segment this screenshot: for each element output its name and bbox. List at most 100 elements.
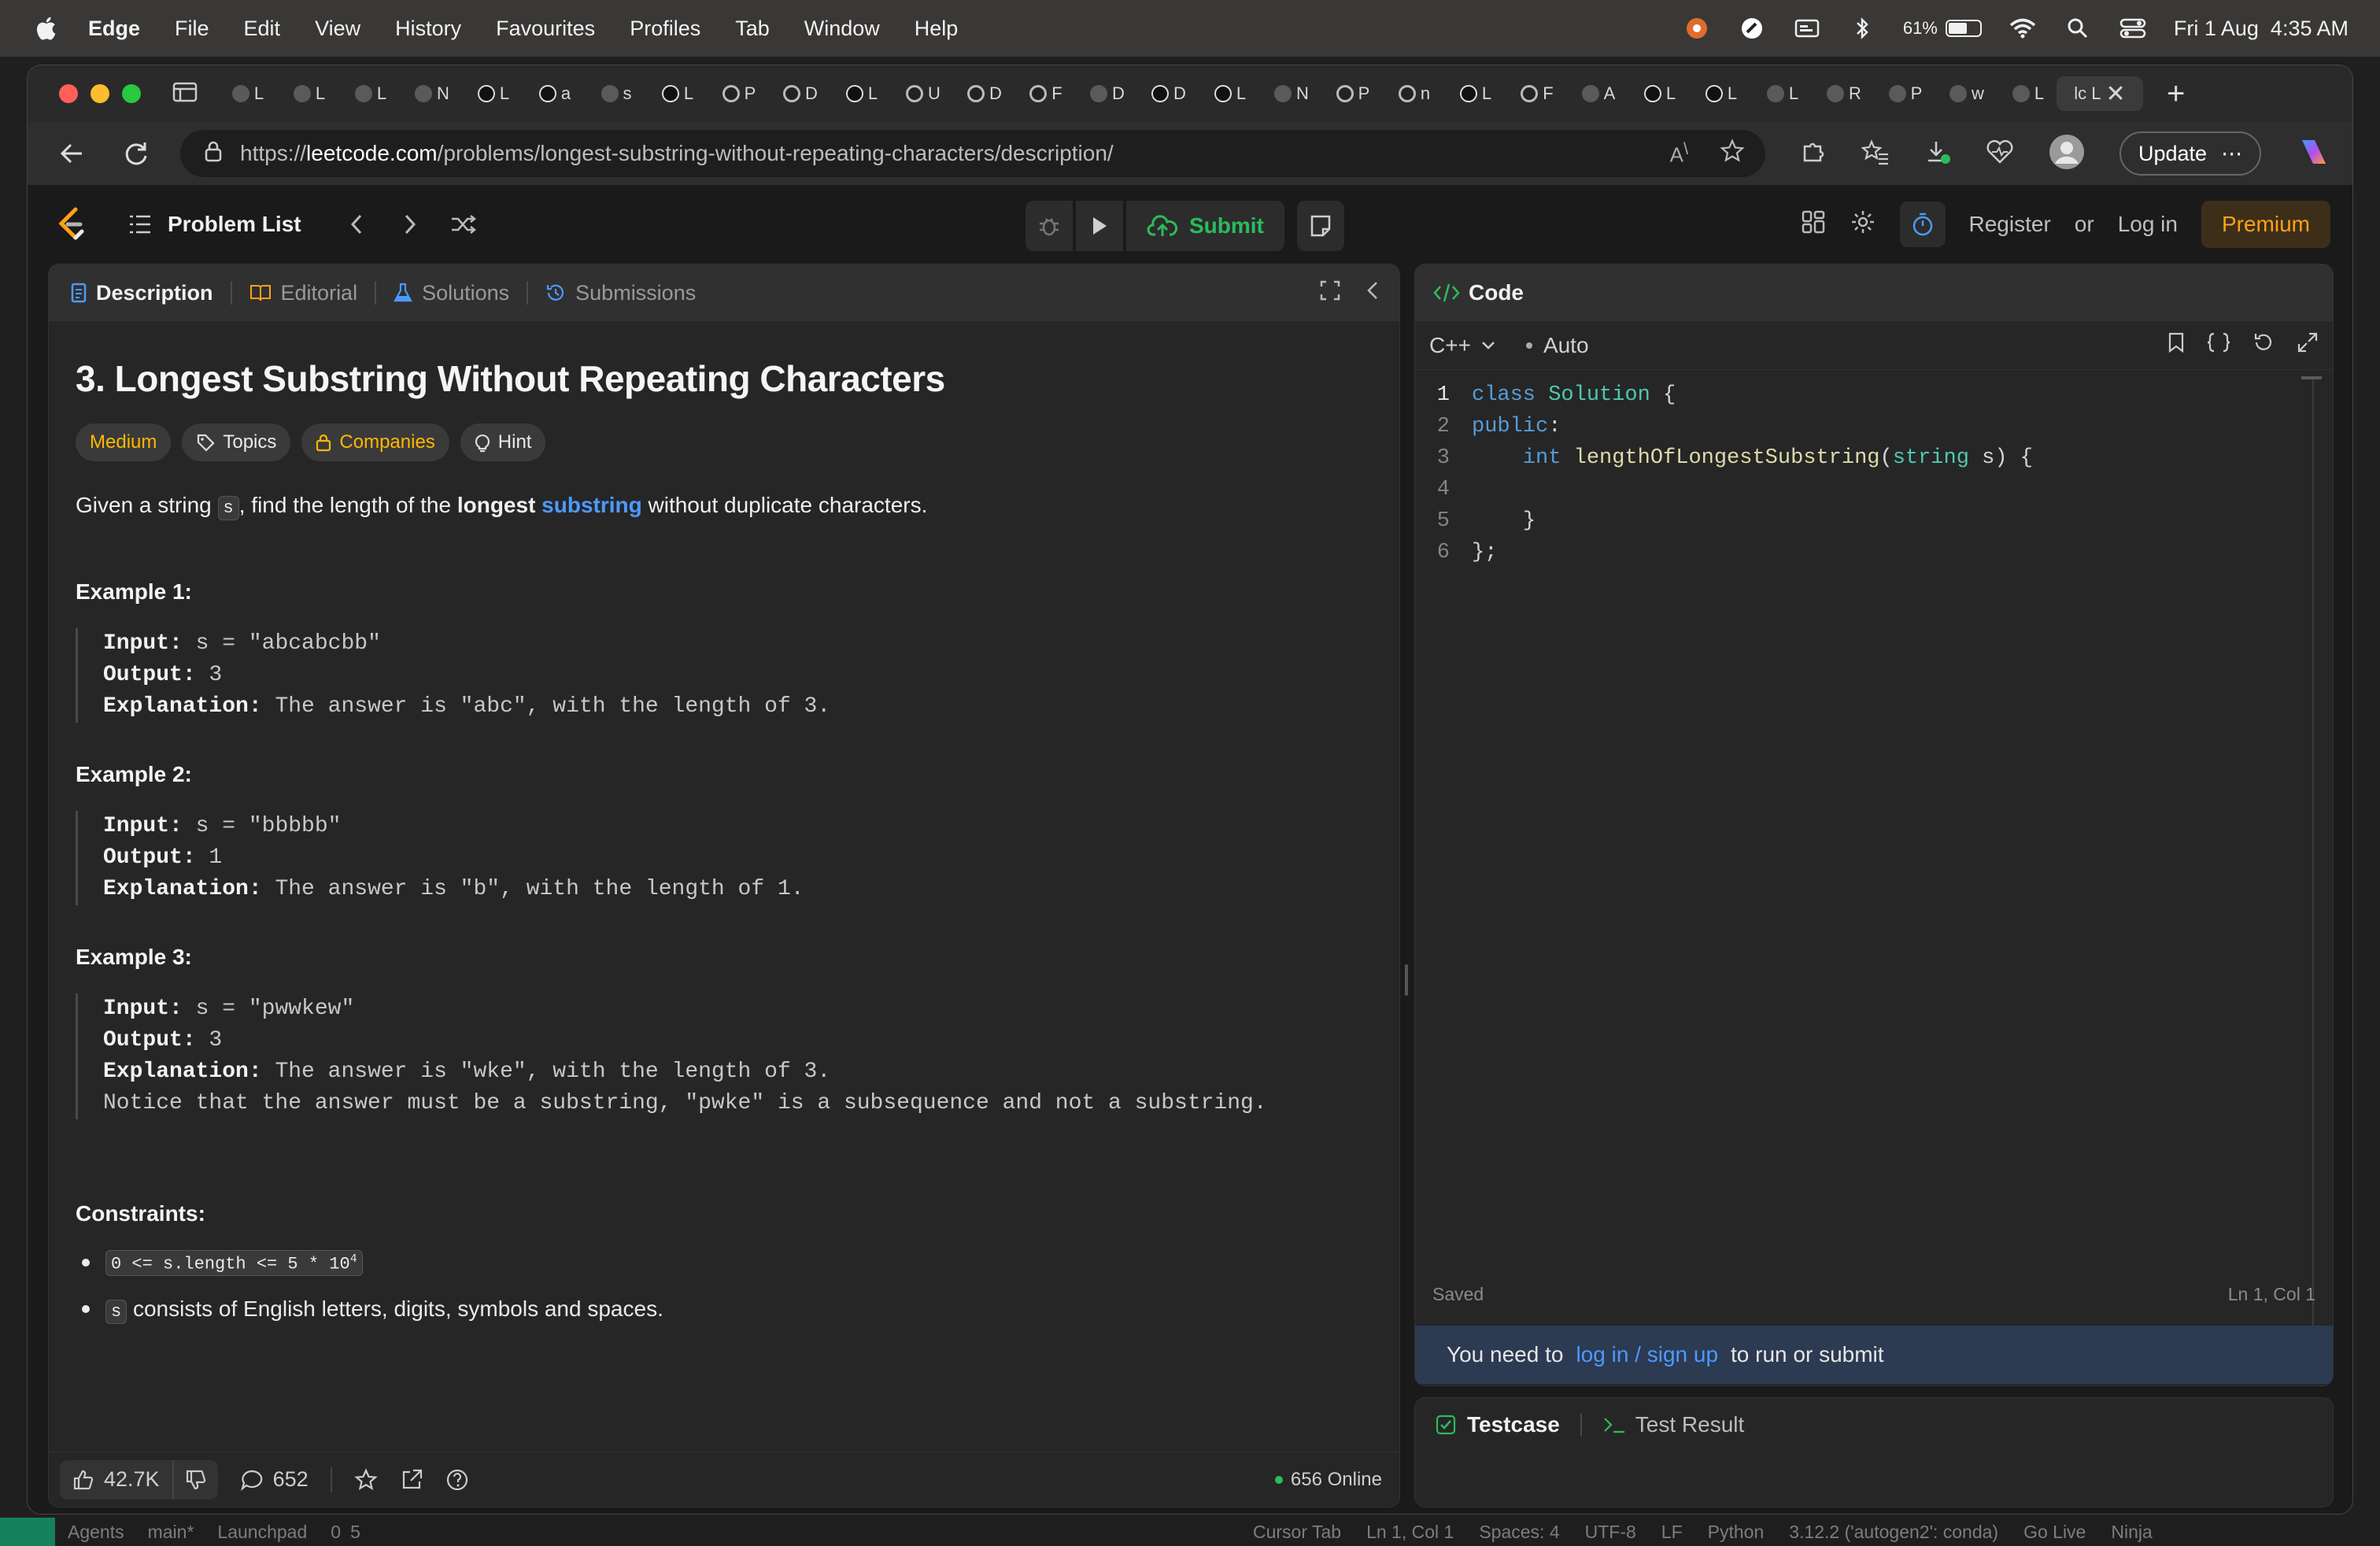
bookmark-icon[interactable] [2168, 331, 2185, 359]
browser-tab[interactable]: L [2000, 76, 2057, 111]
browser-tab[interactable]: L [1202, 76, 1258, 111]
menu-view[interactable]: View [315, 17, 360, 41]
topics-chip[interactable]: Topics [182, 423, 291, 461]
code-editor[interactable]: 1 class Solution { 2 public: 3 int lengthO… [1415, 370, 2333, 1344]
browser-tab[interactable]: F [1509, 76, 1565, 111]
menu-help[interactable]: Help [915, 17, 959, 41]
remote-indicator[interactable] [0, 1518, 55, 1546]
menu-history[interactable]: History [395, 17, 461, 41]
prev-problem-icon[interactable] [339, 207, 374, 242]
browser-essentials-icon[interactable] [1986, 139, 2014, 168]
menu-edit[interactable]: Edit [244, 17, 281, 41]
apple-icon[interactable] [33, 14, 61, 43]
browser-tab[interactable]: F [1018, 76, 1074, 111]
browser-tab[interactable]: L [1754, 76, 1811, 111]
control-center-icon[interactable] [2119, 14, 2147, 43]
errors-count[interactable]: 0 [331, 1522, 341, 1543]
browser-tab[interactable]: P [711, 76, 767, 111]
browser-tab[interactable]: R [1816, 76, 1872, 111]
panel-resize-handle[interactable] [1405, 964, 1408, 996]
lock-icon[interactable] [204, 140, 223, 168]
login-signup-link[interactable]: log in / sign up [1576, 1342, 1718, 1367]
browser-tab[interactable]: P [1325, 76, 1381, 111]
update-button[interactable]: Update ⋯ [2119, 131, 2262, 176]
premium-button[interactable]: Premium [2201, 201, 2330, 248]
timer-button[interactable] [1899, 202, 1946, 247]
like-button[interactable]: 42.7K [60, 1459, 174, 1500]
display-icon[interactable] [1793, 14, 1821, 43]
browser-tab[interactable]: a [527, 76, 583, 111]
browser-tab[interactable]: L [1632, 76, 1688, 111]
close-tab-icon[interactable]: ✕ [2106, 80, 2126, 108]
statusbar-item[interactable]: UTF-8 [1585, 1522, 1636, 1543]
browser-tab[interactable]: L [281, 76, 338, 111]
wifi-icon[interactable] [2009, 14, 2037, 43]
address-bar[interactable]: https://leetcode.com/problems/longest-su… [180, 130, 1765, 177]
collapse-panel-icon[interactable] [1365, 279, 1380, 307]
menu-window[interactable]: Window [804, 17, 880, 41]
editor-scrollbar[interactable] [2312, 376, 2314, 1344]
browser-tab[interactable]: A [1570, 76, 1627, 111]
problem-list-button[interactable]: Problem List [128, 212, 301, 237]
statusbar-item[interactable]: Ln 1, Col 1 [1366, 1522, 1454, 1543]
reset-code-icon[interactable] [2252, 331, 2275, 359]
downloads-icon[interactable] [1924, 139, 1951, 169]
auto-mode-toggle[interactable]: Auto [1526, 333, 1589, 358]
browser-tab[interactable]: D [1079, 76, 1136, 111]
settings-gear-icon[interactable] [1850, 209, 1876, 241]
favourites-icon[interactable] [1861, 139, 1890, 169]
browser-tab[interactable]: L [220, 76, 276, 111]
spotlight-search-icon[interactable] [2064, 14, 2092, 43]
debug-button[interactable] [1026, 201, 1073, 251]
next-problem-icon[interactable] [393, 207, 427, 242]
tab-test-result[interactable]: Test Result [1602, 1412, 1744, 1437]
tab-testcase[interactable]: Testcase [1436, 1412, 1560, 1437]
agents-status[interactable]: Agents [68, 1522, 124, 1543]
close-window-button[interactable] [59, 84, 78, 103]
battery-status[interactable]: 61% [1903, 18, 1982, 39]
tab-solutions[interactable]: Solutions [394, 281, 509, 305]
extensions-icon[interactable] [1800, 139, 1827, 169]
zoom-window-button[interactable] [122, 84, 141, 103]
browser-tab[interactable]: D [772, 76, 829, 111]
launchpad-status[interactable]: Launchpad [217, 1522, 307, 1543]
refresh-button[interactable] [116, 133, 157, 174]
statusbar-item[interactable]: LF [1661, 1522, 1683, 1543]
language-select[interactable]: C++ [1429, 333, 1496, 358]
statusbar-item[interactable]: Python [1708, 1522, 1765, 1543]
back-button[interactable] [51, 133, 92, 174]
browser-tab[interactable]: U [895, 76, 952, 111]
leetcode-logo-icon[interactable] [48, 202, 94, 247]
browser-tab[interactable]: s [588, 76, 645, 111]
browser-tab[interactable]: N [404, 76, 460, 111]
run-button[interactable] [1076, 201, 1123, 251]
menu-favourites[interactable]: Favourites [496, 17, 595, 41]
browser-tab[interactable]: L [1447, 76, 1504, 111]
menu-app-name[interactable]: Edge [88, 17, 140, 41]
substring-link[interactable]: substring [541, 493, 642, 517]
browser-tab[interactable]: L [1693, 76, 1750, 111]
tab-description[interactable]: Description [71, 281, 213, 305]
menu-tab[interactable]: Tab [735, 17, 770, 41]
tab-actions-icon[interactable] [172, 81, 198, 107]
git-branch[interactable]: main* [148, 1522, 194, 1543]
browser-tab[interactable]: n [1386, 76, 1443, 111]
help-icon[interactable] [445, 1468, 469, 1492]
random-problem-icon[interactable] [446, 207, 481, 242]
menu-file[interactable]: File [175, 17, 209, 41]
statusbar-item[interactable]: Ninja [2111, 1522, 2152, 1543]
copilot-icon[interactable] [2296, 134, 2332, 174]
tab-submissions[interactable]: Submissions [545, 281, 696, 305]
cursor-app-icon[interactable] [1738, 14, 1766, 43]
companies-chip[interactable]: Companies [301, 423, 449, 461]
more-options-icon[interactable]: ⋯ [2221, 142, 2242, 166]
browser-tab[interactable]: L [833, 76, 890, 111]
browser-tab[interactable]: D [956, 76, 1013, 111]
comments-button[interactable]: 652 [240, 1467, 309, 1492]
minimize-window-button[interactable] [91, 84, 109, 103]
favourite-star-icon[interactable] [1720, 138, 1745, 169]
notes-button[interactable] [1296, 201, 1344, 251]
statusbar-item[interactable]: Spaces: 4 [1479, 1522, 1559, 1543]
browser-tab[interactable]: L [649, 76, 706, 111]
statusbar-item[interactable]: 3.12.2 ('autogen2': conda) [1789, 1522, 1998, 1543]
